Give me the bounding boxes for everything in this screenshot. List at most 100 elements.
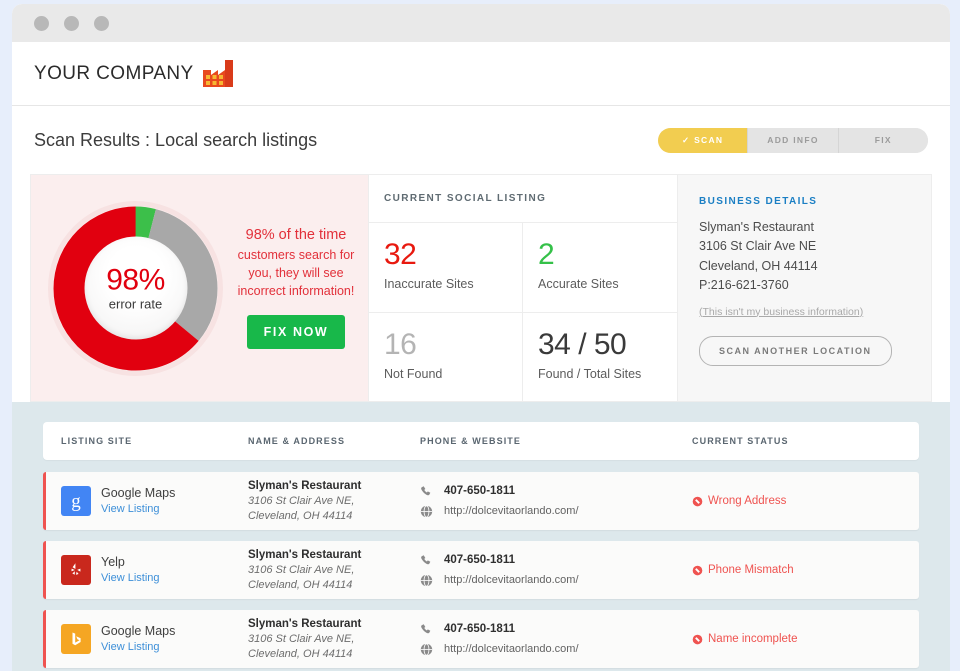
- listings-table-header: LISTING SITE NAME & ADDRESS PHONE & WEBS…: [43, 422, 919, 460]
- listing-site-cell: g Google Maps View Listing: [46, 486, 248, 516]
- phone-icon: [420, 623, 433, 636]
- current-social-listing-panel: CURRENT SOCIAL LISTING 32 Inaccurate Sit…: [368, 175, 678, 402]
- scan-another-location-button[interactable]: SCAN ANOTHER LOCATION: [699, 335, 892, 366]
- globe-icon: [420, 573, 433, 587]
- business-street: 3106 St Clair Ave NE: [699, 239, 817, 254]
- listings-section: LISTING SITE NAME & ADDRESS PHONE & WEBS…: [12, 402, 950, 671]
- listing-name-address-cell: Slyman's Restaurant 3106 St Clair Ave NE…: [248, 479, 420, 523]
- error-rate-subline: customers search for you, they will see …: [237, 248, 355, 299]
- tab-scan-label: SCAN: [694, 135, 724, 145]
- listing-site-name: Google Maps: [101, 486, 176, 501]
- listing-name-address-cell: Slyman's Restaurant 3106 St Clair Ave NE…: [248, 548, 420, 592]
- column-header-current-status: CURRENT STATUS: [692, 436, 789, 446]
- error-rate-caption: error rate: [108, 296, 163, 311]
- phone-icon: [420, 554, 433, 567]
- tab-add-info[interactable]: ADD INFO: [748, 127, 839, 153]
- listing-site-name: Google Maps: [101, 624, 176, 639]
- stat-accurate-caption: Accurate Sites: [538, 277, 619, 291]
- business-city-state-zip: Cleveland, OH 44114: [699, 258, 818, 273]
- column-header-name-address: NAME & ADDRESS: [248, 436, 346, 446]
- listing-address-line1: 3106 St Clair Ave NE,: [248, 564, 355, 577]
- listing-site-info: Yelp View Listing: [101, 555, 160, 585]
- window-titlebar: [12, 4, 950, 42]
- page-title-row: Scan Results : Local search listings ✓ S…: [12, 106, 950, 174]
- listing-site-info: Google Maps View Listing: [101, 624, 175, 654]
- stat-inaccurate-sites: 32 Inaccurate Sites: [369, 223, 523, 313]
- listing-address-line1: 3106 St Clair Ave NE,: [248, 495, 355, 508]
- status-label: Phone Mismatch: [708, 564, 794, 576]
- status-badge: Phone Mismatch: [692, 564, 919, 576]
- listing-business-name: Slyman's Restaurant: [248, 617, 362, 630]
- table-row[interactable]: Yelp View Listing Slyman's Restaurant 31…: [43, 541, 919, 599]
- minimize-dot[interactable]: [64, 15, 79, 31]
- listing-site-name: Yelp: [101, 555, 125, 570]
- view-listing-link[interactable]: View Listing: [101, 640, 175, 654]
- donut-center-label: 98% error rate: [84, 236, 187, 340]
- globe-icon: [420, 642, 433, 656]
- listing-website[interactable]: http://dolcevitaorlando.com/: [444, 505, 579, 517]
- listing-phone: 407-650-1811: [444, 554, 515, 566]
- listing-phone-website-cell: 407-650-1811 http://dolcevitaorlando.com…: [420, 619, 692, 659]
- error-rate-message: 98% of the time customers search for you…: [223, 227, 363, 349]
- stat-accurate-sites: 2 Accurate Sites: [523, 223, 677, 313]
- listing-address-line1: 3106 St Clair Ave NE,: [248, 633, 355, 646]
- google-icon: g: [61, 486, 91, 516]
- listing-website[interactable]: http://dolcevitaorlando.com/: [444, 643, 579, 655]
- tab-scan-check: ✓: [681, 134, 691, 145]
- business-phone: P:216-621-3760: [699, 278, 789, 293]
- error-circle-icon: [692, 634, 703, 645]
- status-badge: Name incomplete: [692, 633, 919, 645]
- maximize-dot[interactable]: [94, 15, 109, 31]
- listing-site-cell: Google Maps View Listing: [46, 624, 248, 654]
- brand-header: YOUR COMPANY: [12, 42, 950, 106]
- stat-found-total: 34 / 50 Found / Total Sites: [523, 313, 677, 403]
- stats-grid: 32 Inaccurate Sites 2 Accurate Sites 16 …: [369, 223, 677, 402]
- listing-site-cell: Yelp View Listing: [46, 555, 248, 585]
- listing-name-address-cell: Slyman's Restaurant 3106 St Clair Ave NE…: [248, 617, 420, 661]
- error-rate-panel: 98% error rate 98% of the time customers…: [31, 175, 368, 401]
- listing-business-name: Slyman's Restaurant: [248, 548, 362, 561]
- column-header-phone-website: PHONE & WEBSITE: [420, 436, 522, 446]
- error-circle-icon: [692, 565, 703, 576]
- listing-phone-website-cell: 407-650-1811 http://dolcevitaorlando.com…: [420, 550, 692, 590]
- browser-window: YOUR COMPANY Scan Results : Local search…: [12, 4, 950, 671]
- bing-icon: [61, 624, 91, 654]
- business-details-body: Slyman's Restaurant 3106 St Clair Ave NE…: [699, 218, 931, 296]
- stat-not-found: 16 Not Found: [369, 312, 523, 402]
- listing-phone: 407-650-1811: [444, 485, 515, 497]
- view-listing-link[interactable]: View Listing: [101, 502, 175, 516]
- tab-scan[interactable]: ✓ SCAN: [658, 127, 749, 153]
- not-my-business-link[interactable]: (This isn't my business information): [699, 306, 863, 318]
- listing-business-name: Slyman's Restaurant: [248, 479, 362, 492]
- view-listing-link[interactable]: View Listing: [101, 571, 160, 585]
- page-title: Scan Results : Local search listings: [34, 129, 318, 150]
- phone-icon: [420, 485, 433, 498]
- business-details-panel: BUSINESS DETAILS Slyman's Restaurant 310…: [678, 175, 931, 401]
- listing-address-line2: Cleveland, OH 44114: [248, 578, 353, 591]
- status-label: Wrong Address: [708, 495, 787, 507]
- listing-phone-website-cell: 407-650-1811 http://dolcevitaorlando.com…: [420, 481, 692, 521]
- error-rate-headline: 98% of the time: [245, 227, 347, 244]
- table-row[interactable]: Google Maps View Listing Slyman's Restau…: [43, 610, 919, 668]
- status-label: Name incomplete: [708, 633, 798, 645]
- globe-icon: [420, 504, 433, 518]
- fix-now-button[interactable]: FIX NOW: [246, 314, 346, 349]
- stat-found-total-value: 34 / 50: [538, 327, 627, 361]
- error-circle-icon: [692, 496, 703, 507]
- stat-accurate-value: 2: [538, 238, 555, 271]
- business-details-title: BUSINESS DETAILS: [699, 196, 818, 207]
- stat-found-total-caption: Found / Total Sites: [538, 366, 642, 381]
- error-rate-donut-chart: 98% error rate: [48, 200, 223, 376]
- tab-fix[interactable]: FIX: [838, 127, 928, 153]
- listing-site-info: Google Maps View Listing: [101, 486, 175, 516]
- summary-panel: 98% error rate 98% of the time customers…: [30, 174, 932, 402]
- stat-inaccurate-value: 32: [384, 238, 417, 271]
- brand-name: YOUR COMPANY: [34, 62, 194, 84]
- listing-address-line2: Cleveland, OH 44114: [248, 647, 353, 660]
- factory-icon: [202, 60, 235, 87]
- table-row[interactable]: g Google Maps View Listing Slyman's Rest…: [43, 472, 919, 530]
- close-dot[interactable]: [34, 15, 49, 31]
- listing-website[interactable]: http://dolcevitaorlando.com/: [444, 574, 579, 586]
- status-badge: Wrong Address: [692, 495, 919, 507]
- stat-not-found-caption: Not Found: [384, 366, 443, 381]
